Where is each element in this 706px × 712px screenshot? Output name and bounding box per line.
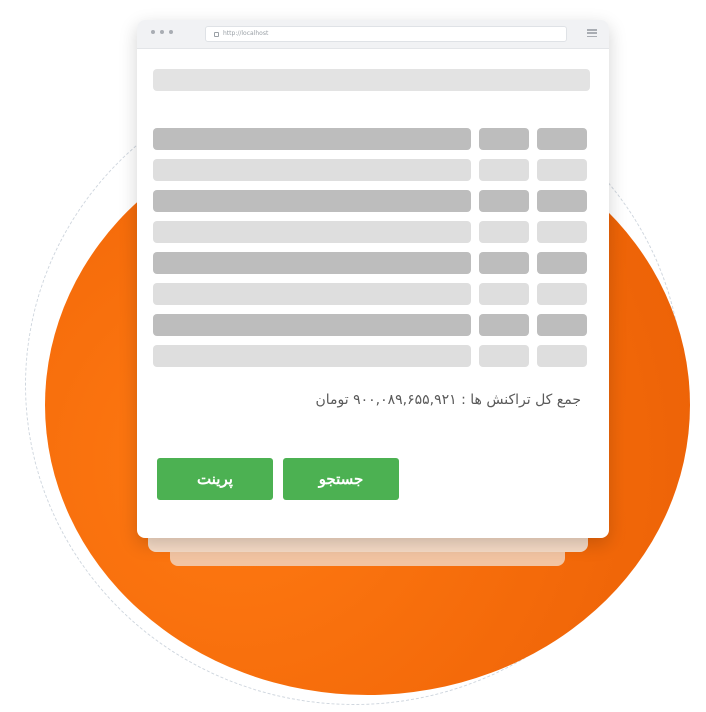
print-button[interactable]: پرینت	[157, 458, 273, 500]
table-row	[153, 159, 587, 181]
search-button[interactable]: جستجو	[283, 458, 399, 500]
window-dot-icon[interactable]	[160, 30, 164, 34]
table-cell-small	[537, 314, 587, 336]
table-cell-wide	[153, 128, 471, 150]
table-cell-small	[537, 252, 587, 274]
browser-window: http://localhost جمع کل تراکنش ها : ۹۰۰,…	[137, 20, 609, 538]
table-cell-small	[537, 283, 587, 305]
table-cell-mid	[479, 221, 529, 243]
table-row	[153, 128, 587, 150]
table-cell-mid	[479, 283, 529, 305]
table-cell-small	[537, 345, 587, 367]
page-icon	[214, 31, 219, 37]
window-dot-icon[interactable]	[151, 30, 155, 34]
table-cell-wide	[153, 221, 471, 243]
table-row	[153, 221, 587, 243]
transactions-table	[153, 128, 587, 376]
window-dot-icon[interactable]	[169, 30, 173, 34]
table-row	[153, 345, 587, 367]
table-cell-mid	[479, 190, 529, 212]
table-row	[153, 190, 587, 212]
table-cell-mid	[479, 314, 529, 336]
table-cell-small	[537, 221, 587, 243]
table-cell-wide	[153, 314, 471, 336]
table-cell-wide	[153, 252, 471, 274]
address-bar[interactable]: http://localhost	[205, 26, 567, 42]
address-text: http://localhost	[223, 30, 269, 37]
table-row	[153, 252, 587, 274]
window-controls	[151, 30, 173, 34]
table-cell-wide	[153, 190, 471, 212]
table-cell-small	[537, 190, 587, 212]
browser-titlebar: http://localhost	[137, 20, 609, 49]
table-row	[153, 314, 587, 336]
table-cell-small	[537, 128, 587, 150]
table-cell-wide	[153, 159, 471, 181]
table-cell-wide	[153, 283, 471, 305]
table-cell-mid	[479, 252, 529, 274]
table-cell-mid	[479, 128, 529, 150]
table-row	[153, 283, 587, 305]
hamburger-menu-icon[interactable]	[587, 29, 597, 37]
total-transactions-text: جمع کل تراکنش ها : ۹۰۰,۰۸۹,۶۵۵,۹۲۱ تومان	[315, 392, 581, 408]
table-cell-wide	[153, 345, 471, 367]
header-placeholder-bar	[153, 69, 590, 91]
table-cell-small	[537, 159, 587, 181]
table-cell-mid	[479, 345, 529, 367]
table-cell-mid	[479, 159, 529, 181]
